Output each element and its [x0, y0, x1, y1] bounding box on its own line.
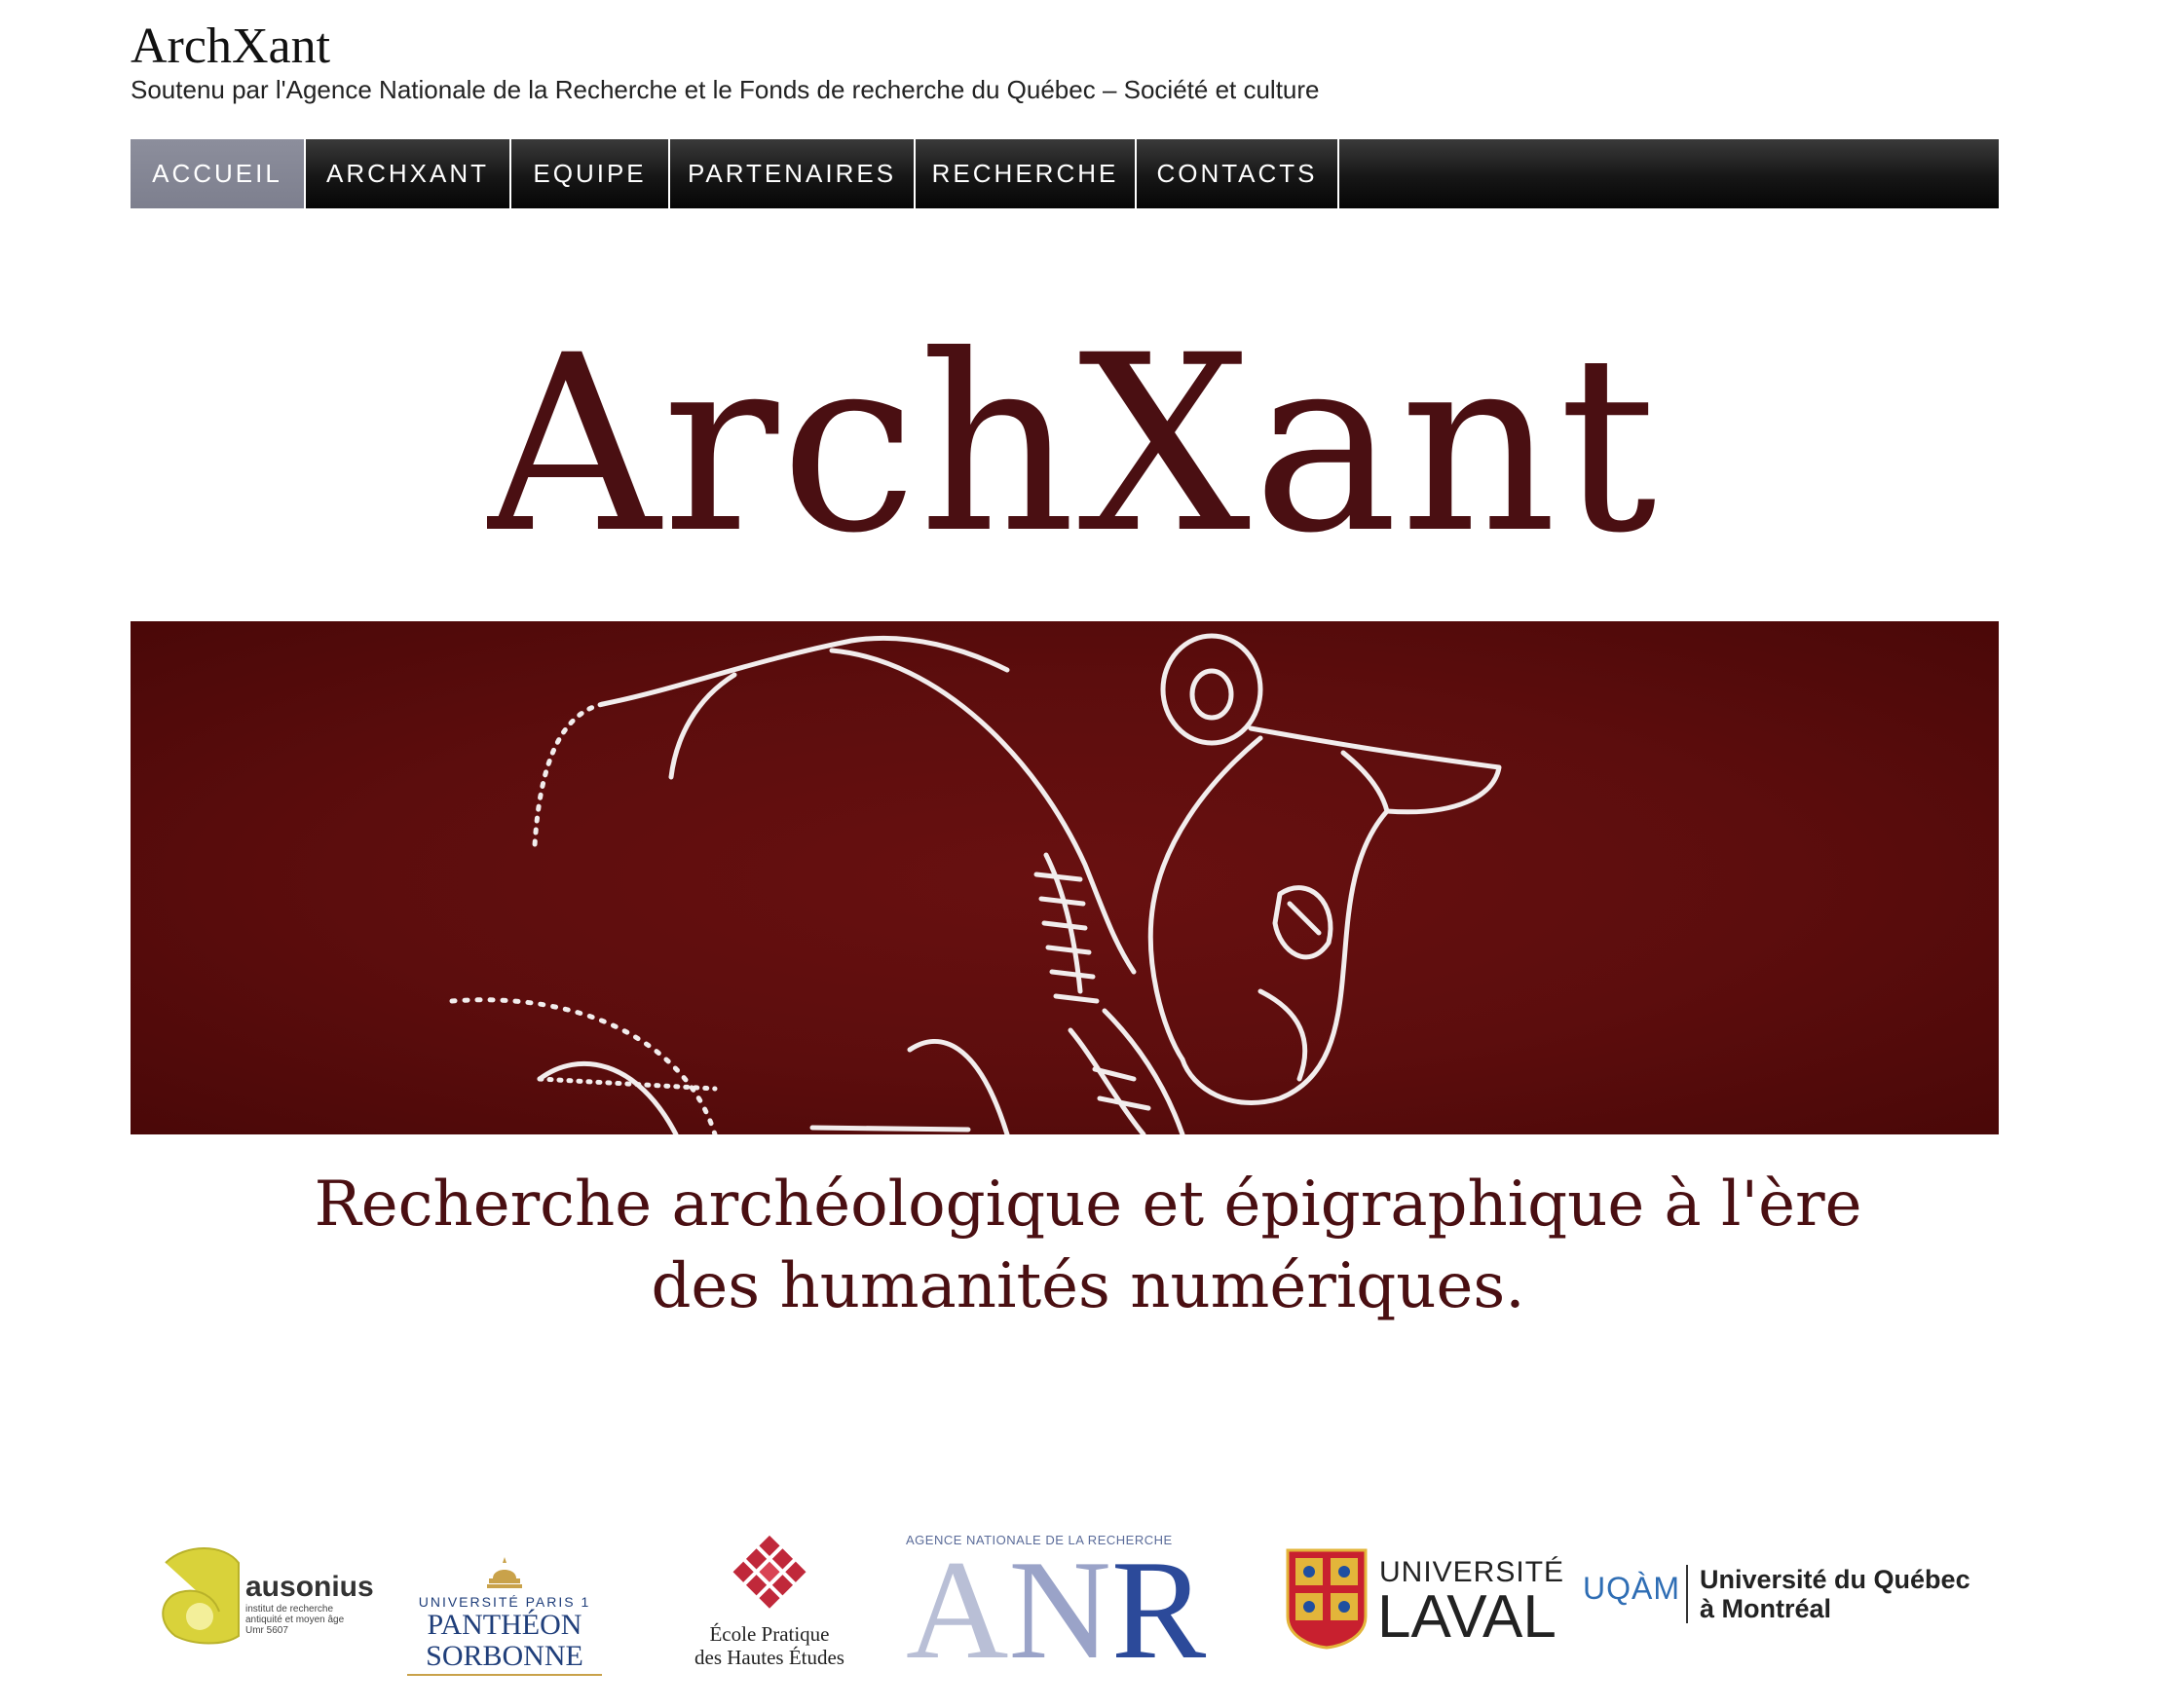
sorbonne-name: PANTHÉON SORBONNE	[426, 1609, 583, 1672]
uqam-separator	[1686, 1565, 1688, 1623]
banner-tagline: Recherche archéologique et épigraphique …	[0, 1164, 2176, 1327]
laval-name: LAVAL	[1377, 1583, 1557, 1651]
anr-logo[interactable]: AGENCE NATIONALE DE LA RECHERCHE ANR	[906, 1521, 1237, 1681]
ausonius-subtitle: institut de recherche antiquité et moyen…	[245, 1604, 362, 1636]
sorbonne-logo[interactable]: UNIVERSITÉ PARIS 1 PANTHÉON SORBONNE	[368, 1555, 641, 1676]
laval-logo[interactable]: UNIVERSITÉ LAVAL	[1286, 1548, 1563, 1651]
ephe-line-1: École Pratique	[709, 1622, 830, 1646]
tagline-line-2: des humanités numériques.	[651, 1250, 1525, 1322]
nav-item-archxant[interactable]: ARCHXANT	[306, 139, 511, 208]
uqam-line-2: à Montréal	[1700, 1594, 1832, 1623]
banner-logo-text: ArchXant	[487, 310, 1656, 563]
nav-item-contacts[interactable]: CONTACTS	[1137, 139, 1339, 208]
anr-letter-a: A	[906, 1531, 1009, 1689]
ausonius-sub-2: antiquité et moyen âge	[245, 1615, 345, 1625]
laval-shield-icon	[1286, 1548, 1368, 1650]
site-title[interactable]: ArchXant	[131, 16, 330, 78]
ephe-line-2: des Hautes Études	[694, 1646, 844, 1669]
anr-letter-n: N	[1008, 1531, 1111, 1689]
main-navigation: ACCUEIL ARCHXANT EQUIPE PARTENAIRES RECH…	[131, 139, 1999, 208]
nav-item-partenaires[interactable]: PARTENAIRES	[670, 139, 916, 208]
ephe-emblem-icon	[732, 1535, 807, 1609]
sorbonne-underline	[407, 1674, 602, 1676]
pantheon-dome-icon	[487, 1557, 522, 1588]
sorbonne-small-text: UNIVERSITÉ PARIS 1	[418, 1594, 591, 1610]
ausonius-logo[interactable]: ausonius institut de recherche antiquité…	[156, 1543, 374, 1651]
uqam-logo[interactable]: UQÀM Université du Québec à Montréal	[1583, 1563, 1972, 1631]
uqam-line-1: Université du Québec	[1700, 1565, 1970, 1594]
anr-letters: ANR	[906, 1539, 1206, 1681]
tagline-line-1: Recherche archéologique et épigraphique …	[314, 1169, 1862, 1241]
ausonius-sub-3: Umr 5607	[245, 1625, 288, 1636]
bull-drawing-icon	[449, 633, 1502, 1134]
ausonius-sub-1: institut de recherche	[245, 1604, 334, 1615]
site-description: Soutenu par l'Agence Nationale de la Rec…	[131, 75, 1320, 104]
uqam-name: Université du Québec à Montréal	[1700, 1565, 1970, 1623]
uqam-mark: UQÀM	[1583, 1571, 1680, 1606]
banner-image	[131, 621, 1999, 1134]
banner-logo: ArchXant	[487, 310, 1656, 563]
anr-letter-r: R	[1110, 1531, 1207, 1689]
ephe-name: École Pratique des Hautes Études	[672, 1622, 867, 1669]
ephe-logo[interactable]: École Pratique des Hautes Études	[672, 1529, 867, 1675]
nav-item-equipe[interactable]: EQUIPE	[511, 139, 670, 208]
nav-item-recherche[interactable]: RECHERCHE	[916, 139, 1137, 208]
nav-item-accueil[interactable]: ACCUEIL	[131, 139, 306, 208]
page: ArchXant Soutenu par l'Agence Nationale …	[0, 0, 2176, 1708]
ausonius-name: ausonius	[245, 1571, 374, 1603]
